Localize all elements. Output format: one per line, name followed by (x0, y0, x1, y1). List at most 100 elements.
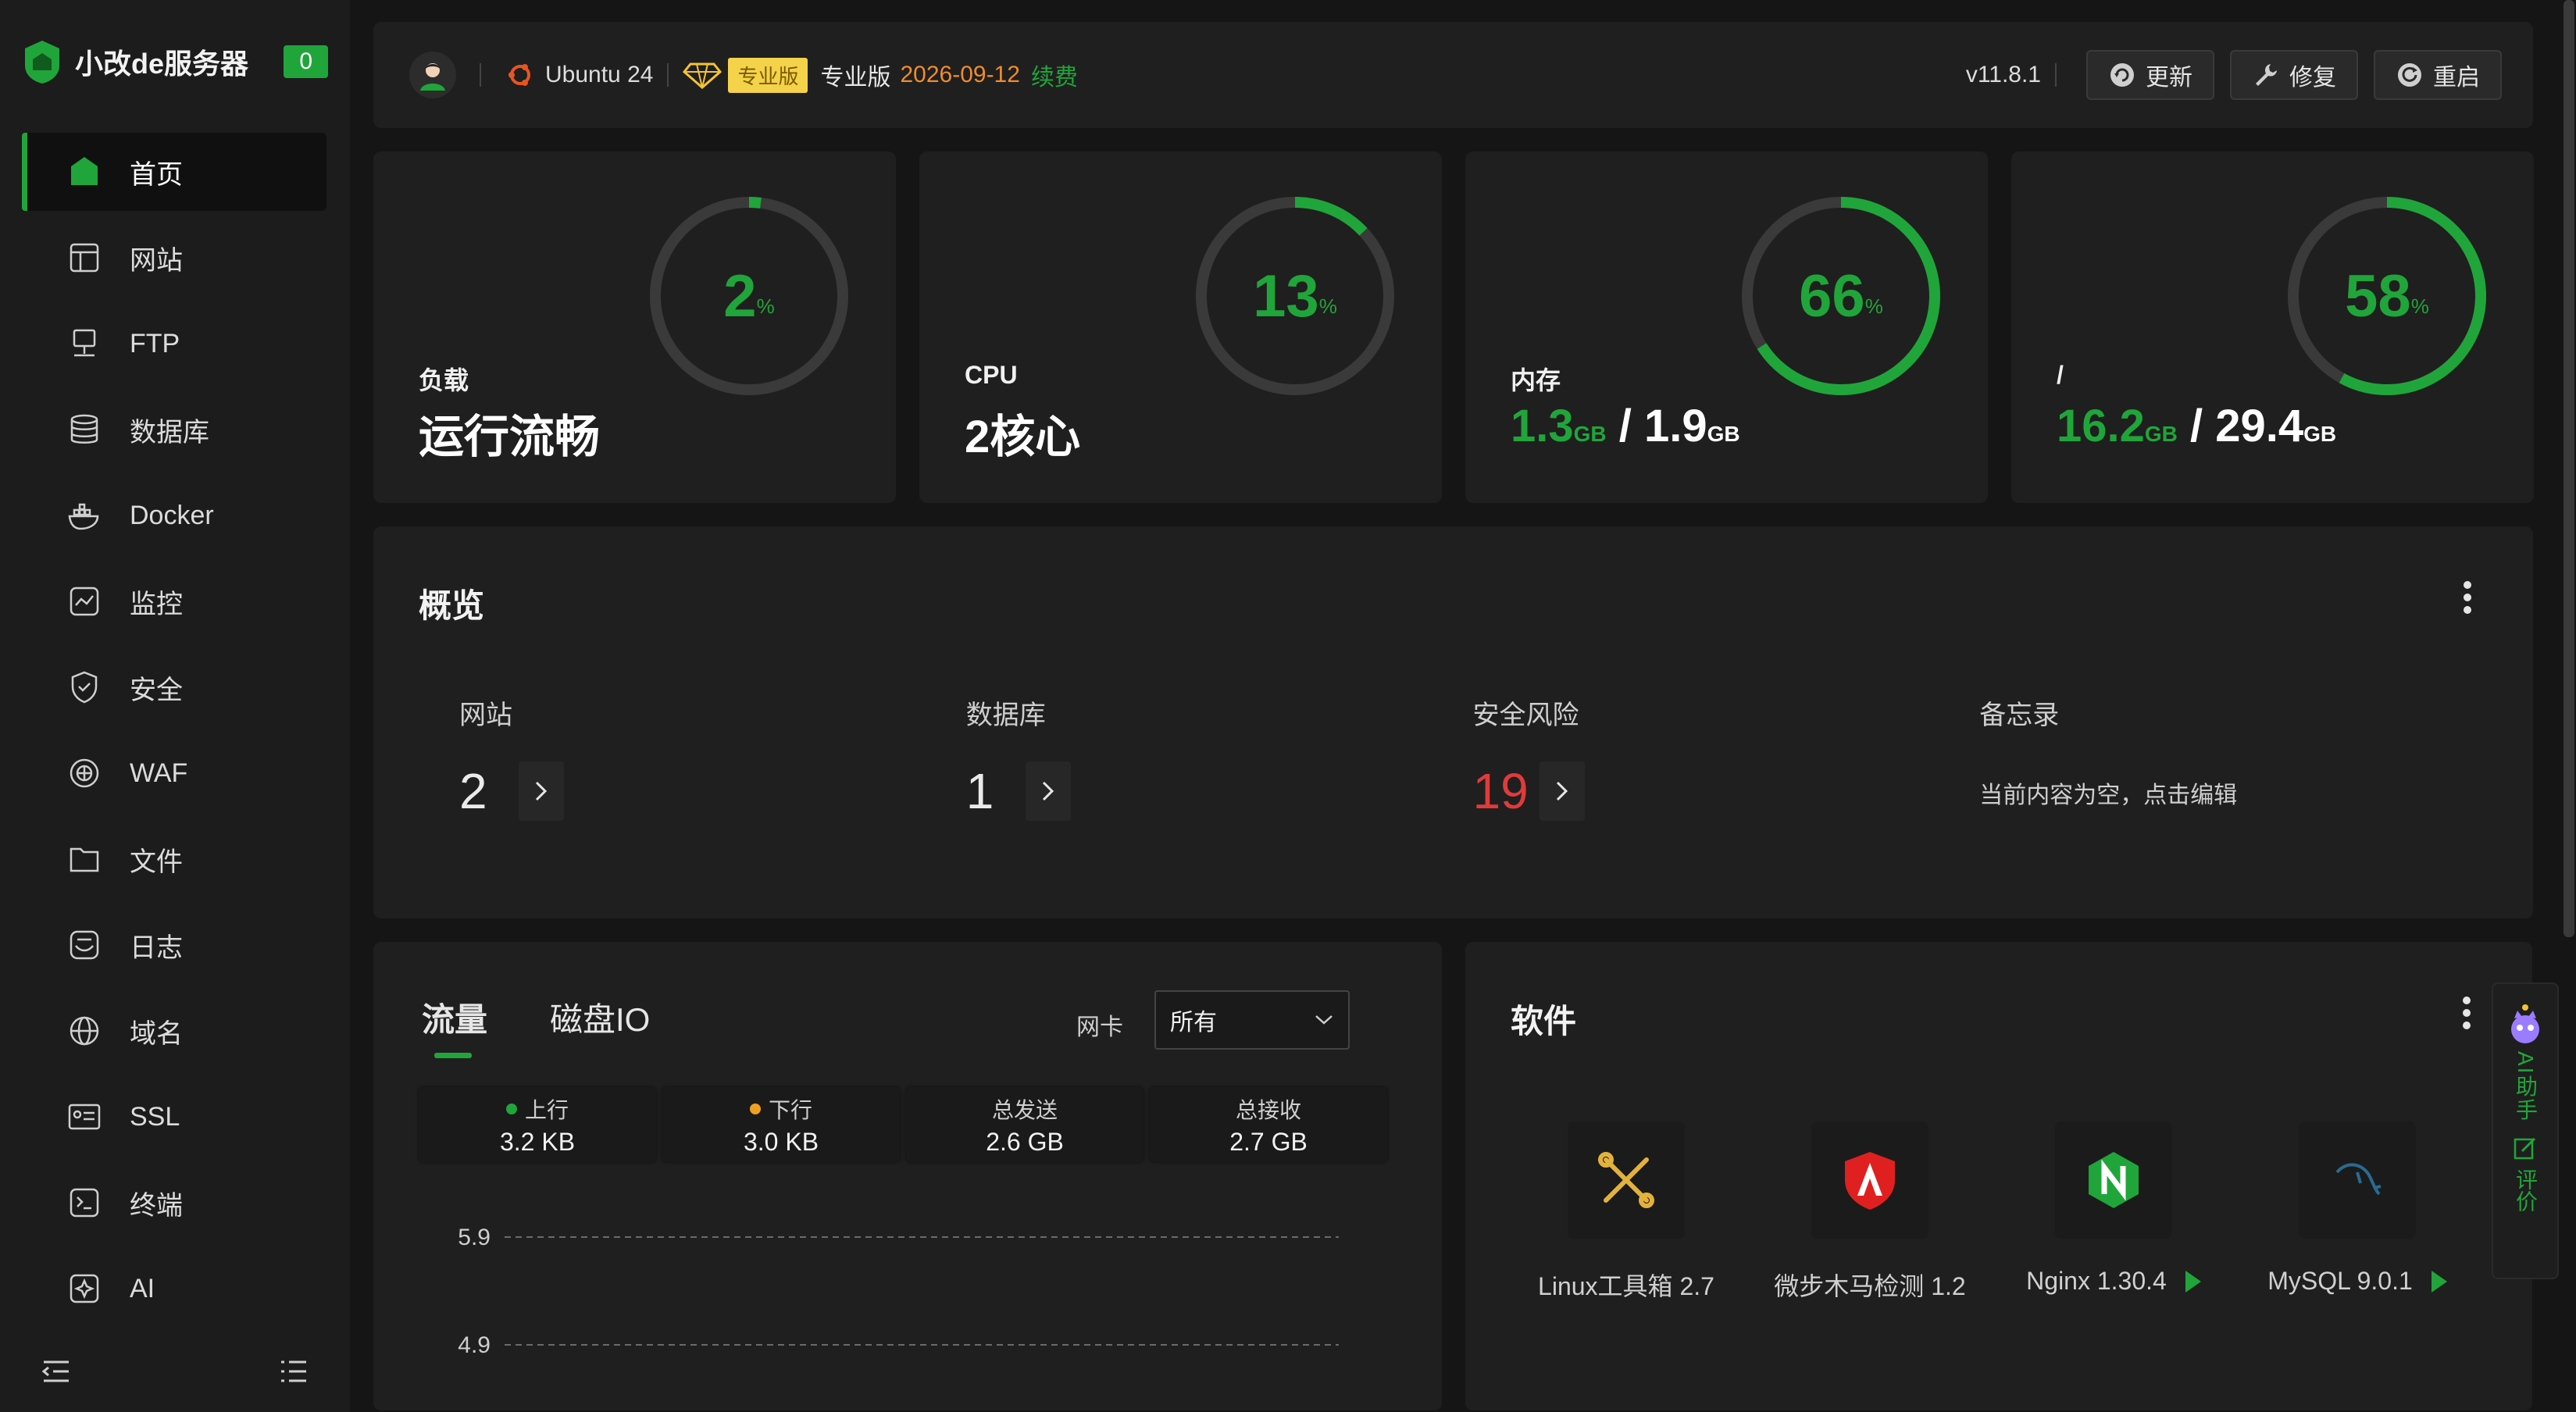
software-item[interactable]: MySQL 9.0.1 (2235, 1121, 2479, 1303)
restart-button[interactable]: 重启 (2374, 50, 2502, 100)
chevron-right-icon[interactable] (1539, 761, 1585, 821)
sidebar-item-label: 首页 (130, 159, 183, 190)
gauge-value: 2% (723, 262, 775, 330)
nic-select[interactable]: 所有 (1154, 990, 1350, 1050)
collapse-sidebar-icon[interactable] (39, 1354, 73, 1389)
sidebar-item-3[interactable]: 数据库 (22, 390, 326, 469)
folder-icon (66, 840, 103, 878)
mysql-icon[interactable] (2299, 1121, 2416, 1239)
more-icon[interactable] (2460, 997, 2473, 1029)
sidebar-item-label: 数据库 (130, 417, 209, 447)
play-icon[interactable] (2431, 1270, 2447, 1293)
stats-row: 2% 负载 运行流畅 13% CPU 2核心 66% 内存 1.3GB / 1.9GB 58% / 1… (373, 152, 2576, 503)
main-content: Ubuntu 24 专业版 专业版 2026-09-12 续费 v11.8.1 … (350, 0, 2576, 1412)
overview-panel: 概览 网站 2 数据库 1 安全风险 19 备忘录 当前内容为空，点击编辑 (373, 526, 2533, 918)
sidebar-item-label: AI (130, 1273, 155, 1303)
overview-security-risks[interactable]: 安全风险 19 (1473, 694, 1980, 821)
sidebar-item-12[interactable]: 终端 (22, 1164, 326, 1242)
menu-list-icon[interactable] (277, 1354, 311, 1389)
edit-icon (2514, 1138, 2536, 1160)
notification-badge[interactable]: 0 (284, 45, 328, 78)
metric-value: 3.2 KB (499, 1127, 576, 1156)
avatar[interactable] (409, 52, 456, 98)
software-item[interactable]: 微步木马检测 1.2 (1748, 1121, 1992, 1303)
gauge-value: 58% (2345, 262, 2429, 330)
sidebar-item-8[interactable]: 文件 (22, 820, 326, 898)
scrollbar[interactable] (2564, 0, 2574, 937)
overview-label: 安全风险 (1472, 701, 1579, 730)
update-button[interactable]: 更新 (2086, 50, 2214, 100)
memo-text[interactable]: 当前内容为空，点击编辑 (1979, 776, 2486, 810)
restart-icon (2398, 63, 2421, 87)
metric-label: 上行 (524, 1097, 569, 1122)
software-name-row: Linux工具箱 2.7 (1538, 1267, 1714, 1303)
y-tick-label: 5.9 (458, 1225, 491, 1250)
sidebar-item-label: 监控 (130, 589, 183, 619)
traffic-panel: 流量 磁盘IO 网卡 所有 上行 3.2 KB 下行 3.0 KB 总发送 2.6 GB 总… (373, 942, 1442, 1410)
user-avatar-icon (420, 63, 445, 91)
software-item[interactable]: Linux工具箱 2.7 (1504, 1121, 1748, 1303)
home-icon (66, 153, 103, 191)
traffic-metric: 下行 3.0 KB (662, 1087, 900, 1162)
toolbox-icon[interactable] (1568, 1121, 1685, 1239)
renew-link[interactable]: 续费 (1031, 58, 1078, 92)
gauge-value: 66% (1799, 262, 1883, 330)
sidebar-item-2[interactable]: FTP (22, 305, 326, 383)
brand-logo-icon (25, 41, 59, 84)
gauge: 66% (1739, 194, 1943, 398)
ai-mascot-icon (2511, 1004, 2539, 1043)
software-item[interactable]: Nginx 1.30.4 (1992, 1121, 2235, 1303)
sidebar-item-label: Docker (130, 500, 214, 530)
chevron-right-icon[interactable] (519, 761, 564, 821)
sidebar: 小改de服务器 0 首页网站 FTP 数据库 Docker 监控安全 WAF 文件日志域名 S… (0, 0, 350, 1412)
ftp-icon (66, 325, 103, 362)
sidebar-nav: 首页网站 FTP 数据库 Docker 监控安全 WAF 文件日志域名 SSL 终端 AI (0, 133, 350, 1328)
restart-label: 重启 (2433, 65, 2480, 91)
stat-card-load[interactable]: 2% 负载 运行流畅 (373, 152, 896, 503)
nic-selected-value: 所有 (1170, 1010, 1217, 1036)
play-icon[interactable] (2185, 1270, 2201, 1293)
overview-label: 数据库 (965, 701, 1046, 730)
update-label: 更新 (2146, 65, 2192, 91)
overview-label: 备忘录 (1979, 701, 2060, 730)
sidebar-item-4[interactable]: Docker (22, 476, 326, 554)
gauge-value: 13% (1253, 262, 1337, 330)
ai-assistant-float[interactable]: AI助手 评价 (2492, 982, 2559, 1279)
sidebar-item-1[interactable]: 网站 (22, 219, 326, 297)
stat-card-memory[interactable]: 66% 内存 1.3GB / 1.9GB (1465, 152, 1988, 503)
chevron-right-icon[interactable] (1025, 761, 1071, 821)
software-name-row: 微步木马检测 1.2 (1774, 1267, 1965, 1303)
sidebar-item-label: 终端 (130, 1190, 183, 1221)
sidebar-item-6[interactable]: 安全 (22, 648, 326, 726)
overview-websites[interactable]: 网站 2 (459, 694, 966, 821)
sidebar-item-7[interactable]: WAF (22, 734, 326, 812)
metric-label: 下行 (768, 1097, 812, 1122)
sidebar-item-10[interactable]: 域名 (22, 992, 326, 1070)
stat-card-disk[interactable]: 58% / 16.2GB / 29.4GB (2011, 152, 2534, 503)
ai-icon (66, 1270, 103, 1307)
overview-title: 概览 (419, 587, 485, 624)
tab-disk-io[interactable]: 磁盘IO (550, 993, 650, 1041)
sidebar-item-9[interactable]: 日志 (22, 906, 326, 984)
software-name: Nginx 1.30.4 (2026, 1267, 2167, 1295)
sidebar-item-5[interactable]: 监控 (22, 562, 326, 640)
tab-traffic[interactable]: 流量 (422, 993, 487, 1058)
rate-label: 评价 (2514, 1168, 2538, 1213)
sidebar-item-13[interactable]: AI (22, 1250, 326, 1328)
sidebar-item-label: 日志 (130, 932, 183, 963)
nginx-icon[interactable] (2055, 1121, 2172, 1239)
overview-memo[interactable]: 备忘录 当前内容为空，点击编辑 (1979, 694, 2486, 821)
sidebar-item-11[interactable]: SSL (22, 1078, 326, 1156)
brand-name: 小改de服务器 (75, 48, 249, 80)
stat-value: 1.3GB / 1.9GB (1511, 401, 1740, 451)
repair-button[interactable]: 修复 (2230, 50, 2358, 100)
divider (2055, 63, 2057, 87)
more-icon[interactable] (2461, 581, 2474, 614)
stat-card-cpu[interactable]: 13% CPU 2核心 (919, 152, 1442, 503)
chevron-down-icon (1315, 1015, 1333, 1025)
sidebar-item-0[interactable]: 首页 (22, 133, 326, 211)
shield-icon (66, 669, 103, 706)
trojan-detect-icon[interactable] (1811, 1121, 1928, 1239)
stat-value: 16.2GB / 29.4GB (2057, 401, 2337, 451)
overview-databases[interactable]: 数据库 1 (966, 694, 1473, 821)
